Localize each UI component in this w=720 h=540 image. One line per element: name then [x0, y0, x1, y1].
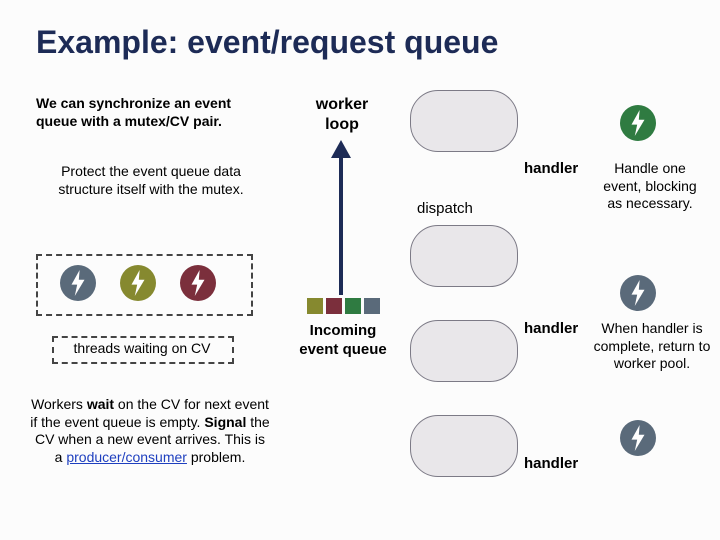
incoming-queue-label: Incoming event queue — [297, 322, 389, 360]
worker-loop-label: worker loop — [302, 95, 382, 135]
bolt-icon — [180, 265, 216, 301]
producer-consumer-link[interactable]: producer/consumer — [66, 449, 187, 465]
t-signal: Signal — [204, 414, 246, 430]
worker-slot — [410, 225, 518, 287]
text-protect: Protect the event queue data structure i… — [36, 163, 266, 198]
t-wait: wait — [87, 396, 114, 412]
cv-label: threads waiting on CV — [52, 340, 232, 358]
queue-cell — [326, 298, 342, 314]
queue-cell — [345, 298, 361, 314]
handler-label: handler — [524, 160, 578, 179]
handler-label: handler — [524, 320, 578, 339]
worker-slot — [410, 415, 518, 477]
dispatch-label: dispatch — [417, 200, 473, 219]
bolt-icon — [620, 105, 656, 141]
bolt-icon — [60, 265, 96, 301]
t: Workers — [31, 396, 87, 412]
worker-slot — [410, 320, 518, 382]
queue-cell — [364, 298, 380, 314]
text-sync: We can synchronize an event queue with a… — [36, 95, 266, 130]
arrow-loop-stem — [339, 155, 343, 295]
worker-slot — [410, 90, 518, 152]
slide-title: Example: event/request queue — [36, 24, 498, 61]
bolt-icon — [620, 275, 656, 311]
queue-cell — [307, 298, 323, 314]
text-wait-signal: Workers wait on the CV for next event if… — [30, 396, 270, 466]
text-return-pool: When handler is complete, return to work… — [593, 320, 711, 373]
arrow-loop-head — [331, 140, 351, 158]
handler-label: handler — [524, 455, 578, 474]
bolt-icon — [120, 265, 156, 301]
text-handle-one: Handle one event, blocking as necessary. — [595, 160, 705, 213]
t: problem. — [187, 449, 245, 465]
bolt-icon — [620, 420, 656, 456]
